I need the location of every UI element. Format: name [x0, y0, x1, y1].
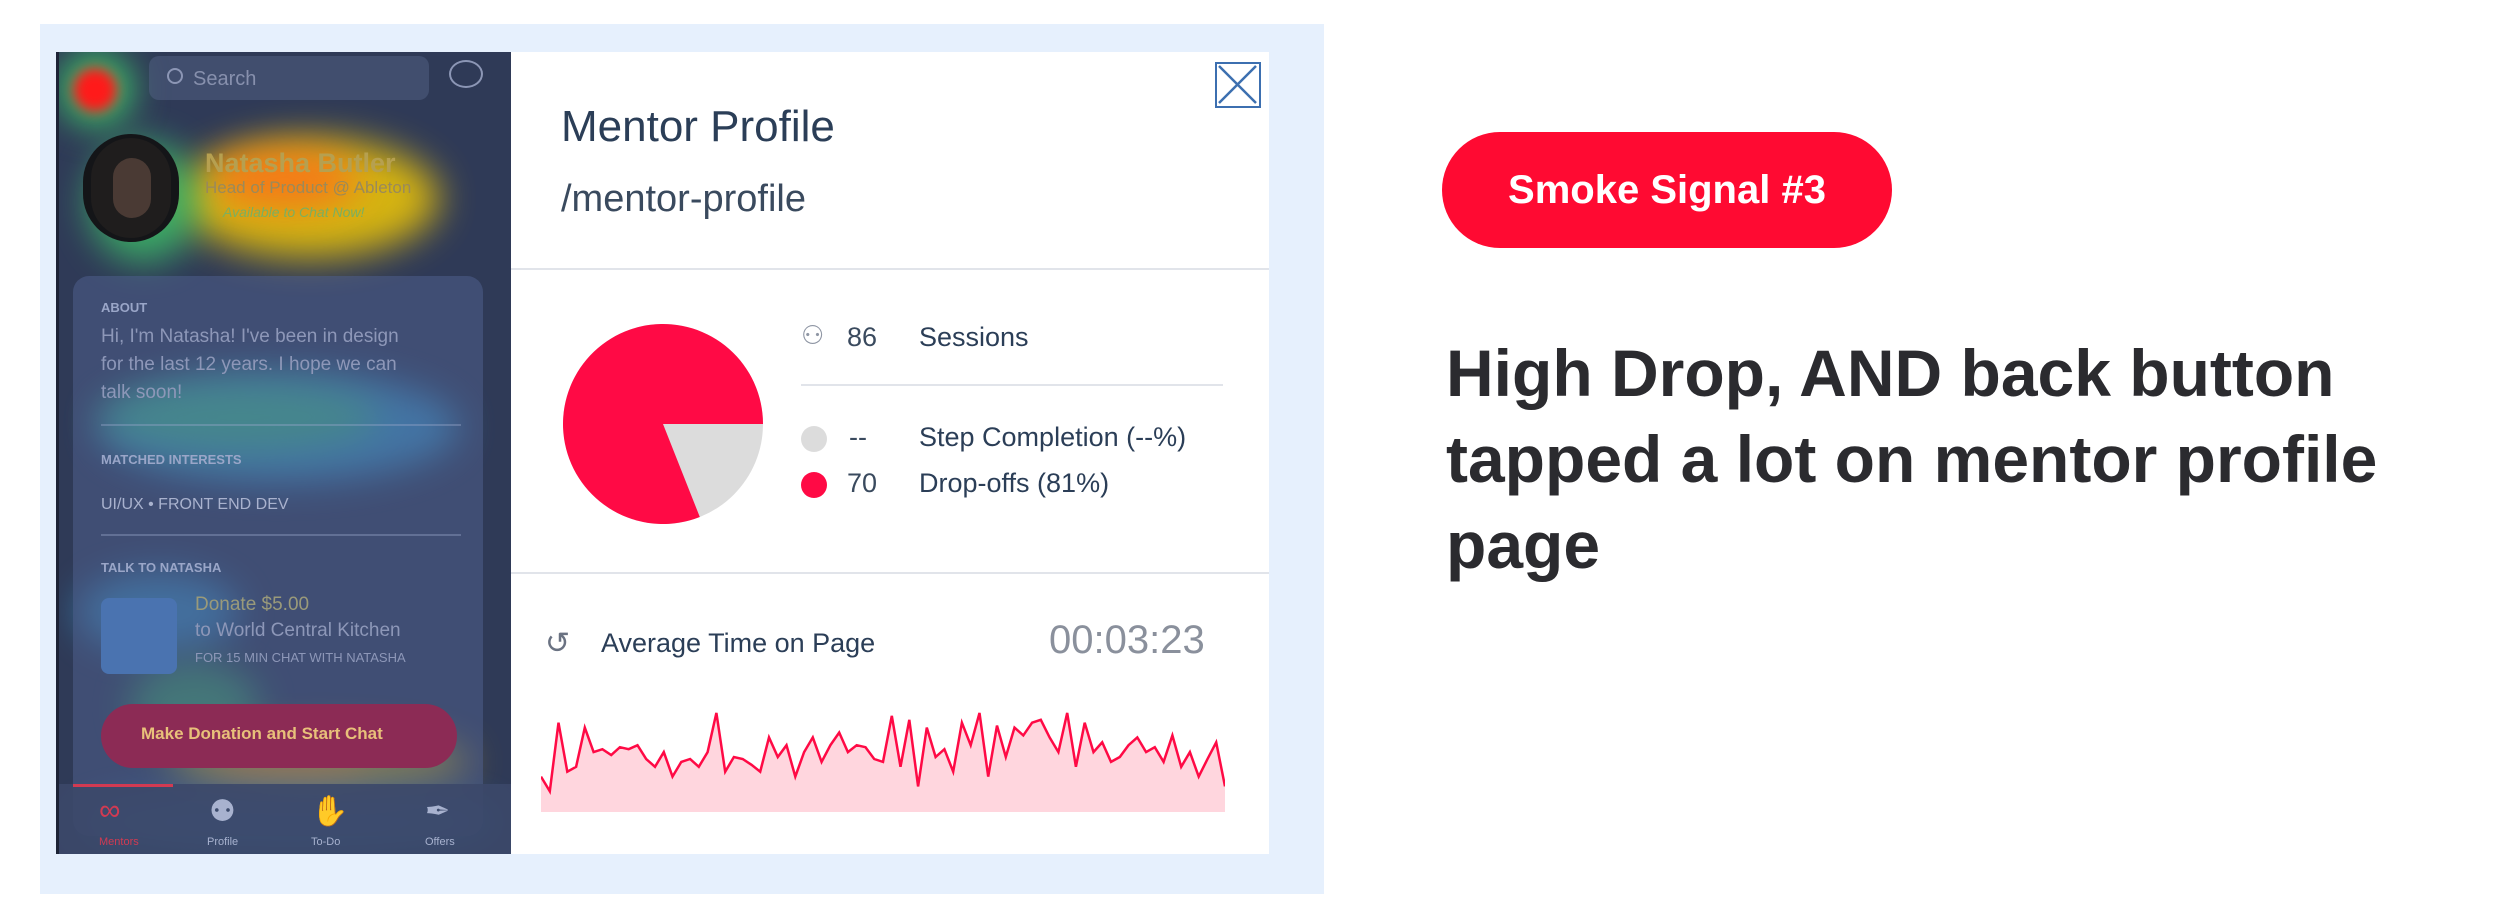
analytics-panel: Mentor Profile /mentor-profile ⚇ 86 Sess… [511, 52, 1269, 854]
page-title: Mentor Profile [561, 102, 835, 151]
mentor-name: Natasha Butler [205, 148, 396, 178]
avg-time-label: Average Time on Page [601, 628, 876, 658]
smoke-signal-badge: Smoke Signal #3 [1442, 132, 1892, 248]
drop-offs-count: 70 [847, 468, 878, 498]
sessions-count: 86 [847, 322, 878, 352]
carrot-icon[interactable]: ✒ [425, 794, 450, 829]
avg-time-value: 00:03:23 [1049, 618, 1205, 662]
donate-button-label: Make Donation and Start Chat [141, 724, 383, 743]
charity-logo [101, 598, 177, 674]
person-icon[interactable]: ⚉ [209, 794, 236, 829]
about-heading: ABOUT [101, 300, 148, 315]
hands-icon[interactable]: ✋ [311, 794, 348, 829]
close-icon[interactable] [1215, 62, 1261, 108]
drop-offs-dot [801, 472, 827, 498]
mentor-title: Head of Product @ Ableton [205, 178, 412, 197]
step-completion-label: Step Completion (--%) [919, 422, 1187, 452]
glasses-icon[interactable]: ∞ [99, 794, 120, 828]
interests-heading: MATCHED INTERESTS [101, 452, 242, 467]
donate-button[interactable]: Make Donation and Start Chat [101, 704, 457, 768]
time-on-page-sparkline [541, 712, 1225, 812]
divider [511, 268, 1269, 270]
talk-heading: TALK TO NATASHA [101, 560, 222, 575]
availability-status: Available to Chat Now! [223, 204, 365, 220]
headline: High Drop, AND back button tapped a lot … [1446, 336, 2378, 582]
divider [801, 384, 1223, 386]
avatar [83, 134, 179, 242]
page-path: /mentor-profile [561, 178, 806, 220]
about-line: Hi, I'm Natasha! I've been in design [101, 326, 399, 347]
search-bar[interactable]: Search [149, 56, 429, 100]
divider [101, 534, 461, 536]
divider [511, 572, 1269, 574]
tab-todo[interactable]: To-Do [311, 836, 340, 848]
donate-note: FOR 15 MIN CHAT WITH NATASHA [195, 650, 406, 665]
users-icon: ⚇ [801, 320, 825, 350]
step-completion-dot [801, 426, 827, 452]
interests-value: UI/UX • FRONT END DEV [101, 496, 289, 513]
search-icon [167, 68, 183, 84]
about-line: talk soon! [101, 382, 183, 403]
chat-icon[interactable] [449, 60, 483, 88]
tab-offers[interactable]: Offers [425, 836, 455, 848]
tab-mentors[interactable]: Mentors [99, 836, 139, 848]
donate-recipient: to World Central Kitchen [195, 620, 401, 641]
heat-spot [73, 68, 117, 112]
active-tab-indicator [73, 784, 173, 787]
step-completion-count: -- [849, 422, 867, 452]
drop-offs-label: Drop-offs (81%) [919, 468, 1110, 498]
sessions-label: Sessions [919, 322, 1029, 352]
tab-profile[interactable]: Profile [207, 836, 238, 848]
history-icon: ↺ [545, 627, 571, 660]
divider [101, 424, 461, 426]
drop-off-pie-chart [563, 323, 763, 524]
about-line: for the last 12 years. I hope we can [101, 354, 397, 375]
heatmap-screenshot: Search Natasha Butler Head of Product @ … [56, 52, 511, 854]
donate-amount: Donate $5.00 [195, 594, 310, 615]
search-placeholder: Search [193, 68, 257, 90]
